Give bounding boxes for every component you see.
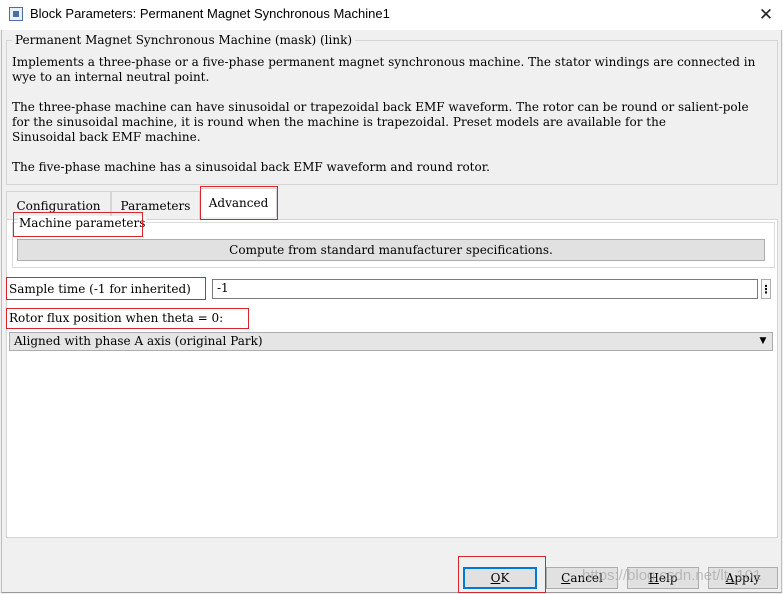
ok-button[interactable]: OK: [463, 567, 537, 589]
cancel-label-rest: ancel: [570, 571, 603, 585]
chevron-down-icon[interactable]: ▼: [757, 335, 769, 347]
mask-group-legend: Permanent Magnet Synchronous Machine (ma…: [12, 33, 356, 47]
description-line: The three-phase machine can have sinusoi…: [12, 100, 749, 114]
tab-advanced[interactable]: Advanced: [200, 188, 277, 217]
tab-configuration[interactable]: Configuration: [6, 191, 111, 219]
description-line: Sinusoidal back EMF machine.: [12, 130, 201, 144]
help-button[interactable]: Help: [627, 567, 699, 589]
ok-label-rest: K: [500, 571, 510, 585]
tab-parameters[interactable]: Parameters: [111, 191, 200, 219]
sample-time-label: Sample time (-1 for inherited): [9, 282, 191, 296]
help-label-rest: elp: [658, 571, 678, 585]
ok-mnemonic: O: [490, 571, 501, 585]
sample-time-input[interactable]: -1: [212, 279, 758, 299]
apply-label-rest: pply: [734, 571, 761, 585]
compute-from-specifications-button[interactable]: Compute from standard manufacturer speci…: [17, 239, 765, 261]
help-mnemonic: H: [648, 571, 659, 585]
description-line: wye to an internal neutral point.: [12, 70, 210, 84]
block-parameters-icon: [9, 7, 23, 21]
cancel-button[interactable]: Cancel: [546, 567, 618, 589]
apply-button[interactable]: Apply: [708, 567, 778, 589]
machine-parameters-label: Machine parameters: [18, 216, 147, 230]
window-title: Block Parameters: Permanent Magnet Synch…: [30, 6, 390, 21]
more-options-icon[interactable]: ⋮: [761, 279, 772, 299]
description-line: The five-phase machine has a sinusoidal …: [12, 160, 490, 174]
description-line: for the sinusoidal machine, it is round …: [12, 115, 666, 129]
close-icon[interactable]: ✕: [752, 2, 780, 28]
description-line: Implements a three-phase or a five-phase…: [12, 55, 756, 69]
cancel-mnemonic: C: [561, 571, 571, 585]
rotor-flux-position-label: Rotor flux position when theta = 0:: [9, 311, 224, 325]
apply-mnemonic: A: [725, 571, 735, 585]
rotor-flux-position-select[interactable]: Aligned with phase A axis (original Park…: [9, 332, 773, 351]
